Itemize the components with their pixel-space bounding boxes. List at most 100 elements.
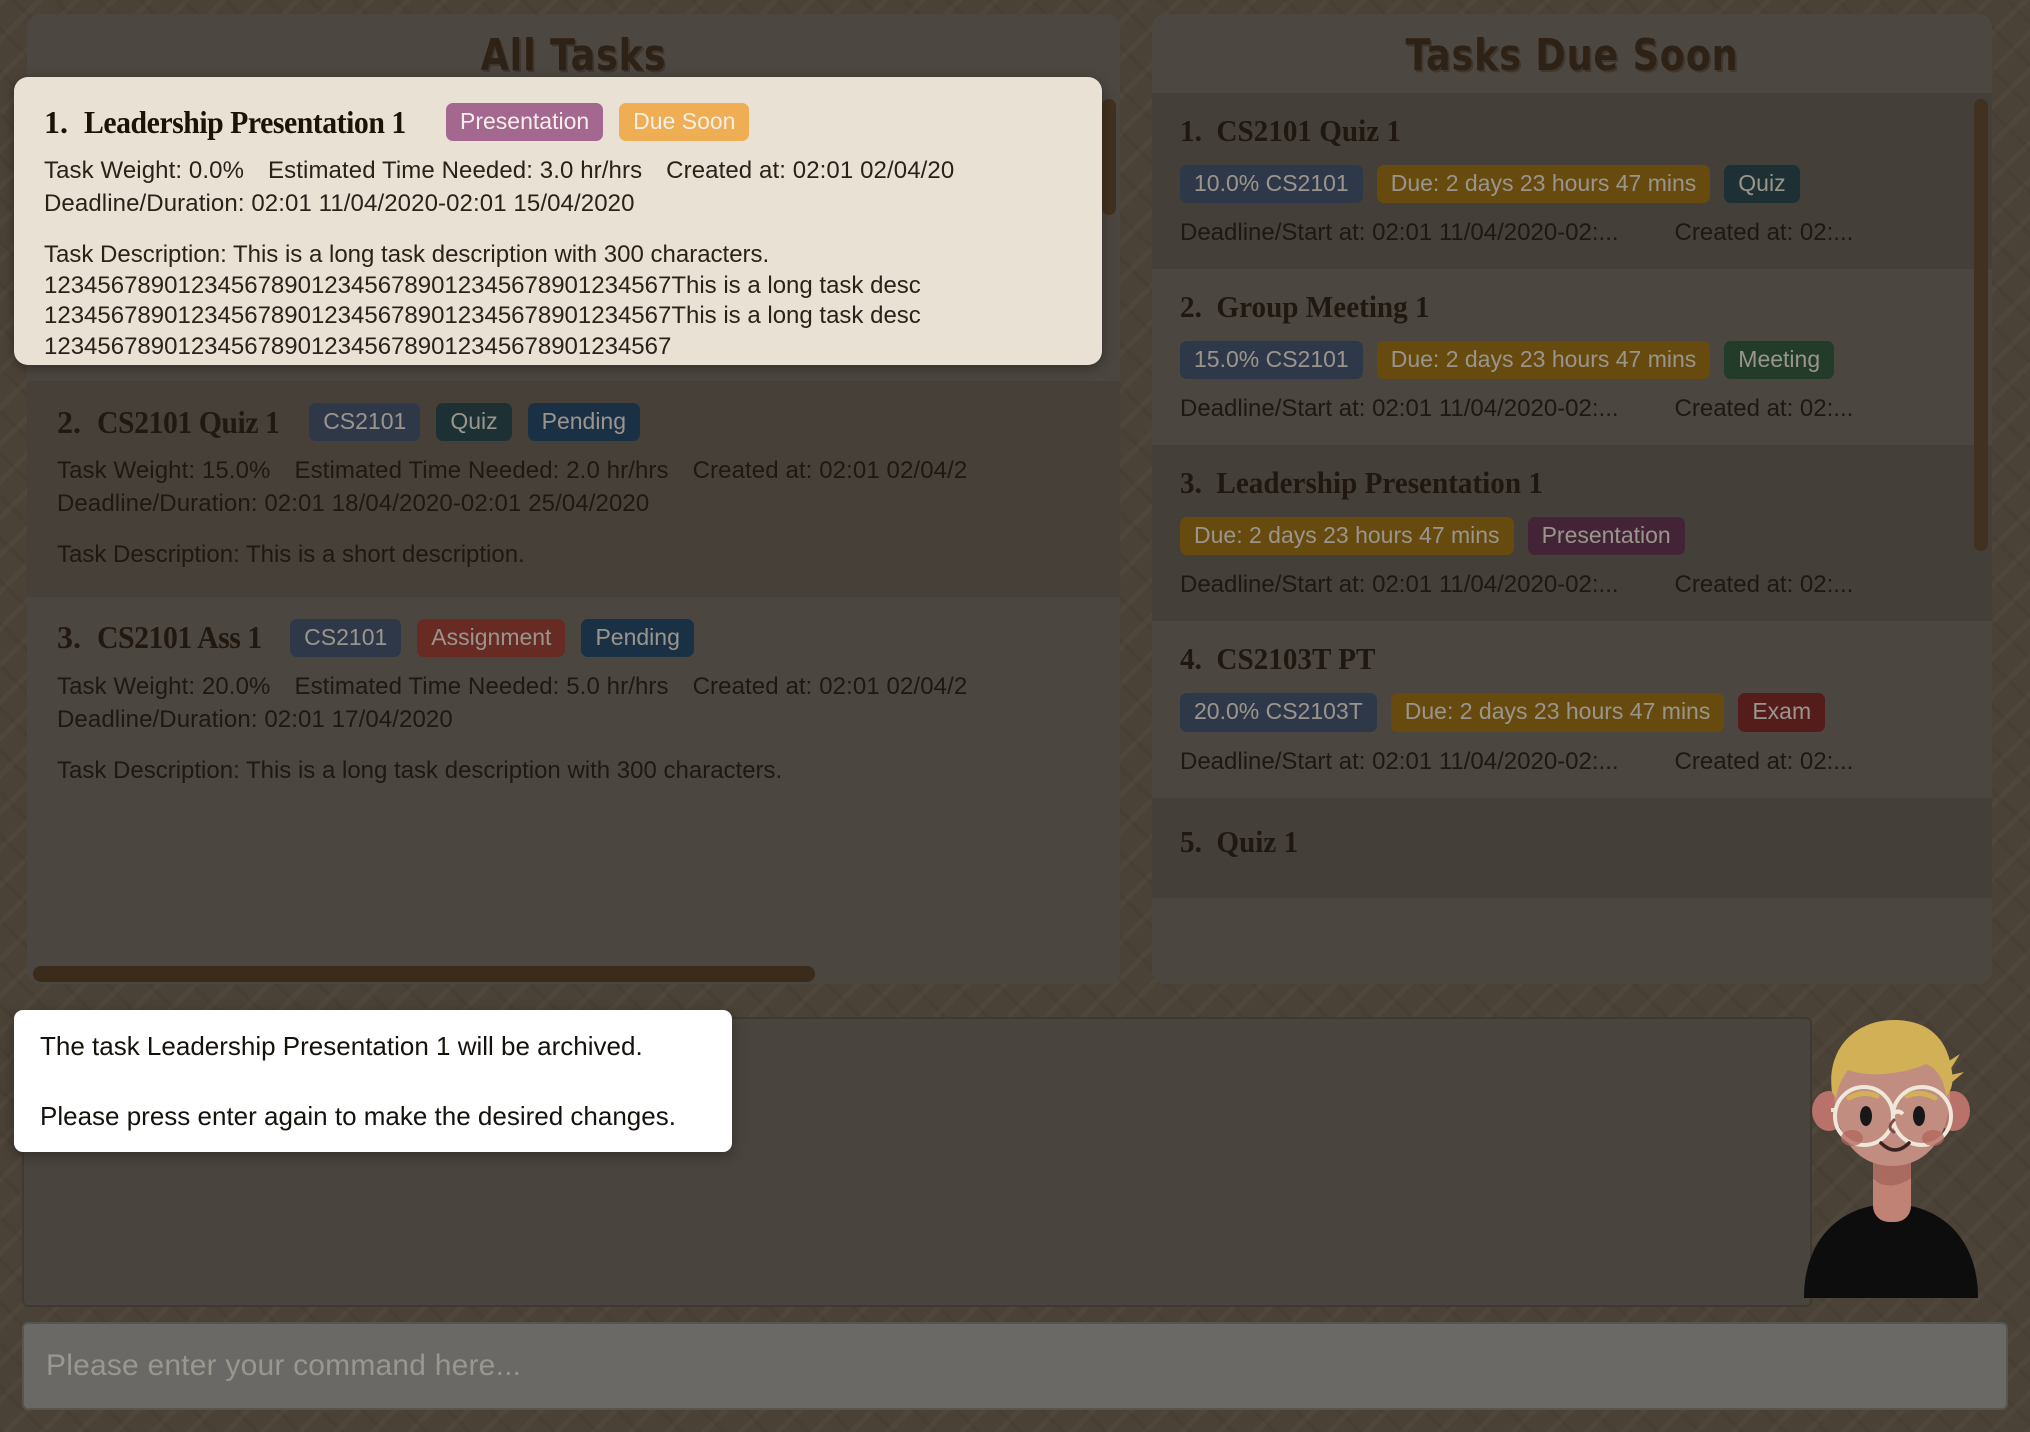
task-row[interactable]: 2. CS2101 Quiz 1 CS2101 Quiz Pending Tas…: [27, 381, 1120, 597]
command-input-placeholder: Please enter your command here...: [46, 1349, 522, 1382]
due-task-deadline: Deadline/Start at: 02:01 11/04/2020-02:.…: [1180, 395, 1619, 423]
due-task-title: 1. CS2101 Quiz 1: [1180, 113, 1917, 149]
tag-weight-module[interactable]: 10.0% CS2101: [1180, 165, 1363, 204]
tasks-due-soon-list[interactable]: 1. CS2101 Quiz 1 10.0% CS2101 Due: 2 day…: [1152, 93, 1992, 984]
task-meta-line: Task Weight: 15.0% Estimated Time Needed:…: [57, 457, 1090, 485]
due-task-row[interactable]: 3. Leadership Presentation 1 Due: 2 days…: [1152, 445, 1992, 622]
selected-task-card[interactable]: 1. Leadership Presentation 1 Presentatio…: [14, 77, 1102, 365]
tag-weight-module[interactable]: 20.0% CS2103T: [1180, 693, 1377, 732]
tag-module[interactable]: CS2101: [290, 618, 402, 657]
due-task-title: 2. Group Meeting 1: [1180, 289, 1917, 325]
task-deadline: Deadline/Duration: 02:01 17/04/2020: [57, 705, 453, 733]
due-task-title: 5. Quiz 1: [1180, 824, 1917, 860]
due-task-deadline: Deadline/Start at: 02:01 11/04/2020-02:.…: [1180, 747, 1619, 775]
tag-due-soon[interactable]: Due Soon: [619, 103, 750, 142]
tag-due-countdown[interactable]: Due: 2 days 23 hours 47 mins: [1390, 693, 1725, 732]
task-header: 2. CS2101 Quiz 1 CS2101 Quiz Pending: [57, 403, 1090, 442]
due-task-meta: Deadline/Start at: 02:01 11/04/2020-02:.…: [1180, 571, 1964, 599]
due-task-name: Leadership Presentation 1: [1216, 465, 1543, 501]
task-description: Task Description: This is a long task de…: [44, 240, 1072, 362]
tag-type[interactable]: Quiz: [1724, 165, 1800, 204]
task-description: Task Description: This is a short descri…: [57, 540, 1090, 570]
due-task-tags: 20.0% CS2103T Due: 2 days 23 hours 47 mi…: [1180, 693, 1964, 732]
scrollbar-thumb[interactable]: [1102, 99, 1116, 215]
task-description: Task Description: This is a long task de…: [57, 756, 1090, 786]
assistant-avatar: [1776, 998, 2006, 1298]
due-task-row[interactable]: 4. CS2103T PT 20.0% CS2103T Due: 2 days …: [1152, 621, 1992, 798]
task-estimated-time: Estimated Time Needed: 5.0 hr/hrs: [294, 672, 669, 700]
due-task-created-at: Created at: 02:...: [1674, 571, 1854, 599]
scrollbar-thumb[interactable]: [1974, 99, 1988, 551]
tasks-due-soon-header: Tasks Due Soon: [1152, 14, 1992, 93]
task-weight: Task Weight: 15.0%: [57, 457, 271, 485]
task-index: 2.: [57, 403, 81, 440]
due-task-deadline: Deadline/Start at: 02:01 11/04/2020-02:.…: [1180, 219, 1619, 247]
tag-due-countdown[interactable]: Due: 2 days 23 hours 47 mins: [1376, 165, 1711, 204]
task-header: 1. Leadership Presentation 1 Presentatio…: [44, 103, 1072, 142]
tag-type[interactable]: Assignment: [417, 618, 566, 657]
due-task-created-at: Created at: 02:...: [1674, 747, 1854, 775]
tag-type[interactable]: Presentation: [1527, 517, 1685, 556]
due-task-meta: Deadline/Start at: 02:01 11/04/2020-02:.…: [1180, 748, 1964, 776]
task-description-line: 1234567890123456789012345678901234567890…: [44, 332, 672, 360]
tag-module[interactable]: CS2101: [309, 403, 421, 442]
task-index: 3.: [57, 619, 81, 656]
due-task-row[interactable]: 1. CS2101 Quiz 1 10.0% CS2101 Due: 2 day…: [1152, 93, 1992, 270]
due-task-tags: 15.0% CS2101 Due: 2 days 23 hours 47 min…: [1180, 341, 1964, 380]
tasks-due-soon-title: Tasks Due Soon: [1405, 30, 1739, 81]
task-created-at: Created at: 02:01 02/04/2: [692, 457, 968, 485]
task-description-line: Task Description: This is a short descri…: [57, 541, 525, 569]
due-task-index: 5.: [1180, 823, 1202, 859]
due-task-row[interactable]: 5. Quiz 1: [1152, 797, 1992, 898]
task-estimated-time: Estimated Time Needed: 2.0 hr/hrs: [294, 457, 669, 485]
due-task-index: 2.: [1180, 289, 1202, 325]
due-task-name: CS2101 Quiz 1: [1216, 113, 1402, 148]
task-title: CS2101 Quiz 1: [97, 403, 280, 440]
popup-message-line-2: Please press enter again to make the des…: [40, 1100, 676, 1131]
task-created-at: Created at: 02:01 02/04/20: [666, 157, 955, 185]
task-deadline: Deadline/Duration: 02:01 11/04/2020-02:0…: [44, 190, 635, 218]
tag-due-countdown[interactable]: Due: 2 days 23 hours 47 mins: [1180, 517, 1514, 556]
command-input-bar[interactable]: Please enter your command here...: [22, 1322, 2008, 1410]
scrollbar-thumb[interactable]: [33, 966, 815, 982]
all-tasks-title: All Tasks: [480, 30, 667, 81]
due-task-meta: Deadline/Start at: 02:01 11/04/2020-02:.…: [1180, 219, 1964, 247]
tag-status[interactable]: Pending: [527, 403, 641, 442]
tasks-due-soon-panel: Tasks Due Soon 1. CS2101 Quiz 1 10.0% CS…: [1152, 14, 1992, 984]
due-task-name: Group Meeting 1: [1216, 289, 1430, 325]
due-task-tags: Due: 2 days 23 hours 47 mins Presentatio…: [1180, 517, 1964, 556]
task-weight: Task Weight: 20.0%: [57, 672, 271, 700]
tag-type[interactable]: Presentation: [446, 103, 604, 142]
tag-status[interactable]: Pending: [581, 618, 694, 657]
due-task-index: 1.: [1180, 113, 1202, 148]
due-task-title: 4. CS2103T PT: [1180, 641, 1917, 677]
task-description-line: 1234567890123456789012345678901234567890…: [44, 302, 921, 330]
task-description-line: 1234567890123456789012345678901234567890…: [44, 271, 921, 299]
due-task-row[interactable]: 2. Group Meeting 1 15.0% CS2101 Due: 2 d…: [1152, 269, 1992, 446]
task-meta-line: Task Weight: 20.0% Estimated Time Needed:…: [57, 673, 1090, 701]
popup-message-line-1: The task Leadership Presentation 1 will …: [40, 1031, 643, 1061]
task-row[interactable]: 3. CS2101 Ass 1 CS2101 Assignment Pendin…: [27, 596, 1120, 813]
tag-type[interactable]: Meeting: [1724, 341, 1835, 380]
task-description-line: Task Description: This is a long task de…: [44, 241, 770, 269]
task-description-line: Task Description: This is a long task de…: [57, 756, 783, 784]
task-title: Leadership Presentation 1: [84, 103, 406, 140]
due-task-title: 3. Leadership Presentation 1: [1180, 465, 1917, 501]
task-deadline: Deadline/Duration: 02:01 18/04/2020-02:0…: [57, 490, 650, 518]
task-header: 3. CS2101 Ass 1 CS2101 Assignment Pendin…: [57, 618, 1090, 657]
task-index: 1.: [44, 103, 68, 140]
right-panel-vertical-scrollbar[interactable]: [1974, 93, 1988, 984]
confirmation-popup: The task Leadership Presentation 1 will …: [14, 1010, 732, 1152]
left-panel-horizontal-scrollbar[interactable]: [27, 966, 1120, 982]
task-weight: Task Weight: 0.0%: [44, 157, 245, 185]
tag-type[interactable]: Quiz: [436, 403, 512, 442]
tag-weight-module[interactable]: 15.0% CS2101: [1180, 341, 1363, 380]
due-task-deadline: Deadline/Start at: 02:01 11/04/2020-02:.…: [1180, 571, 1619, 599]
task-title: CS2101 Ass 1: [97, 619, 262, 656]
due-task-index: 4.: [1180, 641, 1202, 677]
left-panel-vertical-scrollbar[interactable]: [1102, 93, 1116, 984]
tag-due-countdown[interactable]: Due: 2 days 23 hours 47 mins: [1376, 341, 1711, 380]
due-task-meta: Deadline/Start at: 02:01 11/04/2020-02:.…: [1180, 395, 1964, 423]
task-meta-line: Task Weight: 0.0% Estimated Time Needed: …: [44, 157, 1072, 185]
tag-type[interactable]: Exam: [1738, 693, 1826, 732]
